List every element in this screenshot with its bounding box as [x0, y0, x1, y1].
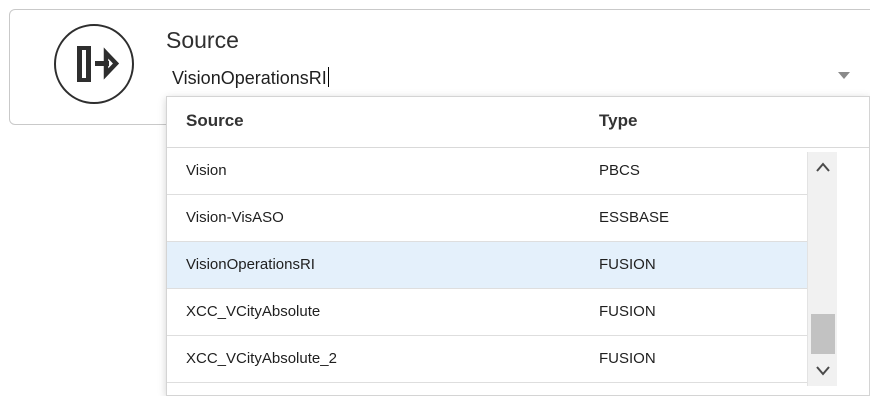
- source-connector-icon: [54, 24, 134, 104]
- list-item-source: XCC_VCityAbsolute: [186, 303, 321, 320]
- source-input[interactable]: VisionOperationsRI: [172, 64, 842, 92]
- column-header-source: Source: [186, 111, 244, 130]
- scroll-thumb[interactable]: [811, 314, 835, 354]
- list-item[interactable]: Vision PBCS: [167, 148, 807, 195]
- dropdown-rows: Vision PBCS Vision-VisASO ESSBASE Vision…: [167, 148, 807, 383]
- list-item[interactable]: XCC_VCityAbsolute_2 FUSION: [167, 336, 807, 383]
- dropdown-arrow-icon[interactable]: [838, 72, 850, 79]
- scroll-down-button[interactable]: [808, 356, 838, 386]
- list-item-type: FUSION: [599, 256, 656, 273]
- list-item-source: Vision: [186, 162, 227, 179]
- dropdown-header: Source Type: [167, 97, 869, 148]
- source-dropdown-list: Source Type Vision PBCS Vision-VisASO ES…: [166, 96, 870, 396]
- source-input-value[interactable]: VisionOperationsRI: [172, 68, 327, 88]
- list-item-source: Vision-VisASO: [186, 209, 284, 226]
- chevron-up-icon: [816, 162, 830, 172]
- text-cursor: [327, 67, 329, 87]
- column-header-type: Type: [599, 111, 638, 130]
- source-connector-glyph: [77, 46, 120, 82]
- list-item-selected[interactable]: VisionOperationsRI FUSION: [167, 242, 807, 289]
- list-item-type: FUSION: [599, 350, 656, 367]
- list-item-type: FUSION: [599, 303, 656, 320]
- list-item-source: XCC_VCityAbsolute_2: [186, 350, 337, 367]
- source-field-label: Source: [166, 27, 239, 53]
- list-item[interactable]: XCC_VCityAbsolute FUSION: [167, 289, 807, 336]
- list-item[interactable]: Vision-VisASO ESSBASE: [167, 195, 807, 242]
- vertical-scrollbar[interactable]: [807, 152, 837, 386]
- chevron-down-icon: [816, 366, 830, 376]
- list-item-type: PBCS: [599, 162, 640, 179]
- list-item-type: ESSBASE: [599, 209, 670, 226]
- scroll-up-button[interactable]: [808, 152, 838, 182]
- list-item-source: VisionOperationsRI: [186, 256, 315, 273]
